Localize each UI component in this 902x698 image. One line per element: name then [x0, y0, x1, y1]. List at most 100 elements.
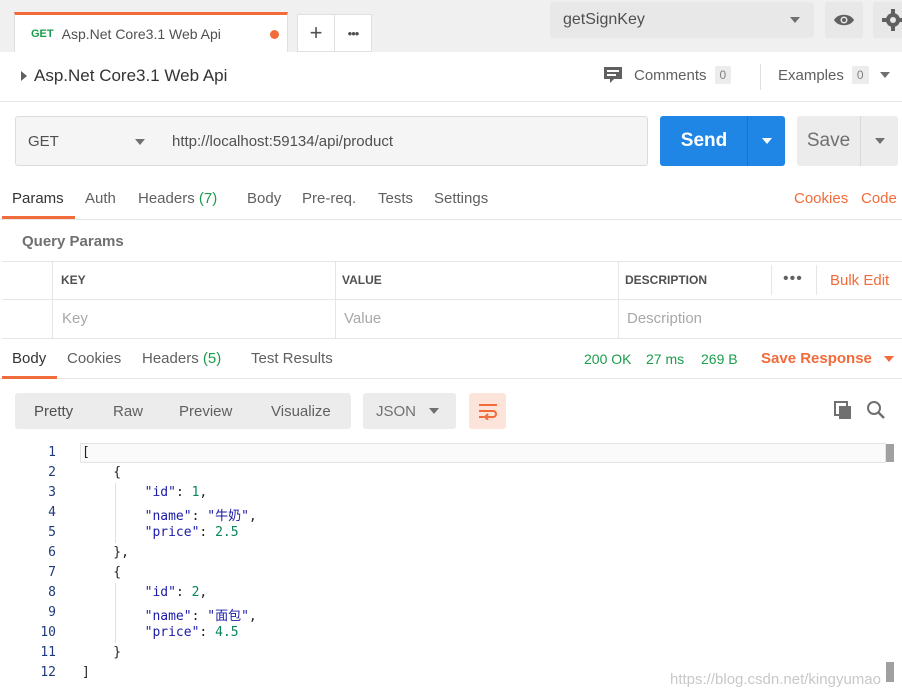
- chevron-down-icon: [790, 17, 800, 23]
- wrap-lines-button[interactable]: [469, 393, 506, 429]
- status-code[interactable]: 200 OK: [584, 351, 631, 367]
- table-border: [2, 299, 902, 300]
- tab-response-headers-label: Headers: [142, 350, 199, 367]
- tab-auth[interactable]: Auth: [85, 190, 116, 207]
- tab-more-button[interactable]: •••: [334, 14, 372, 52]
- code-line: },: [82, 545, 129, 560]
- save-options-button[interactable]: [860, 116, 898, 166]
- tab-response-body[interactable]: Body: [12, 350, 46, 367]
- environment-quick-look-button[interactable]: [825, 2, 863, 38]
- code-line: "id": 2,: [144, 585, 208, 600]
- active-tab-indicator: [2, 376, 57, 379]
- cookies-link[interactable]: Cookies: [794, 190, 848, 207]
- value-input[interactable]: Value: [344, 310, 381, 327]
- table-border: [2, 338, 902, 339]
- response-body-editor[interactable]: [0, 442, 902, 698]
- code-line: {: [82, 465, 122, 480]
- response-tabs-border: [0, 378, 902, 379]
- url-value: http://localhost:59134/api/product: [172, 132, 393, 150]
- save-response-label: Save Response: [761, 350, 872, 367]
- unsaved-dot-icon: [270, 30, 279, 39]
- chevron-down-icon: [429, 408, 439, 414]
- examples-button[interactable]: Examples 0: [778, 66, 890, 84]
- examples-count: 0: [851, 66, 869, 84]
- tab-headers-label: Headers: [138, 190, 195, 207]
- line-number: 12: [40, 665, 56, 680]
- search-icon: [867, 401, 885, 419]
- line-number: 3: [48, 485, 56, 500]
- bulk-edit-link[interactable]: Bulk Edit: [830, 272, 889, 289]
- send-options-button[interactable]: [747, 116, 785, 166]
- response-time[interactable]: 27 ms: [646, 351, 684, 367]
- tab-prereq[interactable]: Pre-req.: [302, 190, 356, 207]
- copy-button[interactable]: [833, 400, 853, 424]
- request-title[interactable]: Asp.Net Core3.1 Web Api: [34, 66, 227, 86]
- chevron-down-icon: [761, 138, 772, 144]
- tab-response-cookies[interactable]: Cookies: [67, 350, 121, 367]
- send-button[interactable]: Send: [660, 116, 748, 166]
- description-input[interactable]: Description: [627, 310, 702, 327]
- view-raw-button[interactable]: Raw: [113, 403, 143, 420]
- comments-label: Comments: [634, 66, 707, 84]
- code-line: {: [82, 565, 122, 580]
- view-pretty-button[interactable]: Pretty: [34, 403, 73, 420]
- current-line-highlight: [80, 443, 886, 463]
- request-tab-method: GET: [31, 27, 54, 40]
- examples-label: Examples: [778, 66, 844, 84]
- line-number: 8: [48, 585, 56, 600]
- line-number: 11: [40, 645, 56, 660]
- code-line: "price": 2.5: [144, 525, 239, 540]
- line-number: 9: [48, 605, 56, 620]
- caret-right-icon[interactable]: [21, 71, 27, 81]
- line-number: 2: [48, 465, 56, 480]
- gear-icon: [882, 9, 902, 31]
- tab-params[interactable]: Params: [12, 190, 64, 207]
- line-number: 5: [48, 525, 56, 540]
- view-preview-button[interactable]: Preview: [179, 403, 232, 420]
- code-line: "name": "面包",: [144, 609, 257, 624]
- table-border: [2, 261, 902, 262]
- code-line: "price": 4.5: [144, 625, 239, 640]
- column-header-key: KEY: [61, 273, 86, 287]
- search-button[interactable]: [866, 400, 886, 424]
- chevron-down-icon: [879, 72, 890, 78]
- request-tab[interactable]: GET Asp.Net Core3.1 Web Api: [14, 12, 288, 52]
- save-button[interactable]: Save: [797, 116, 860, 166]
- table-border: [335, 261, 336, 338]
- tab-body[interactable]: Body: [247, 190, 281, 207]
- copy-icon: [834, 401, 851, 419]
- settings-button[interactable]: [873, 2, 902, 38]
- tab-test-results[interactable]: Test Results: [251, 350, 333, 367]
- scrollbar-thumb[interactable]: [886, 444, 894, 462]
- view-visualize-button[interactable]: Visualize: [271, 403, 331, 420]
- save-response-button[interactable]: Save Response: [761, 350, 894, 367]
- tab-response-headers[interactable]: Headers (5): [142, 350, 221, 367]
- response-size[interactable]: 269 B: [701, 351, 738, 367]
- eye-icon: [834, 14, 854, 26]
- line-number: 6: [48, 545, 56, 560]
- comments-button[interactable]: Comments 0: [603, 66, 732, 84]
- method-select[interactable]: GET: [15, 116, 159, 166]
- chevron-down-icon: [874, 138, 885, 144]
- tab-headers[interactable]: Headers (7): [138, 190, 217, 207]
- new-tab-button[interactable]: +: [297, 14, 335, 52]
- tab-headers-count: (7): [198, 190, 218, 207]
- code-link[interactable]: Code: [861, 190, 897, 207]
- column-header-value: VALUE: [342, 273, 382, 287]
- code-line: "id": 1,: [144, 485, 208, 500]
- tab-settings[interactable]: Settings: [434, 190, 488, 207]
- comment-icon: [604, 67, 622, 83]
- scrollbar-thumb[interactable]: [886, 662, 894, 682]
- url-input[interactable]: http://localhost:59134/api/product: [158, 116, 648, 166]
- table-border: [618, 261, 619, 338]
- table-border: [52, 261, 53, 338]
- environment-select[interactable]: getSignKey: [550, 2, 814, 38]
- key-input[interactable]: Key: [62, 310, 88, 327]
- tab-tests[interactable]: Tests: [378, 190, 413, 207]
- format-select[interactable]: JSON: [363, 393, 456, 429]
- tab-response-headers-count: (5): [202, 350, 222, 367]
- comments-count: 0: [714, 66, 732, 84]
- table-options-button[interactable]: •••: [783, 270, 803, 288]
- column-header-description: DESCRIPTION: [625, 273, 708, 287]
- code-line: }: [82, 645, 122, 660]
